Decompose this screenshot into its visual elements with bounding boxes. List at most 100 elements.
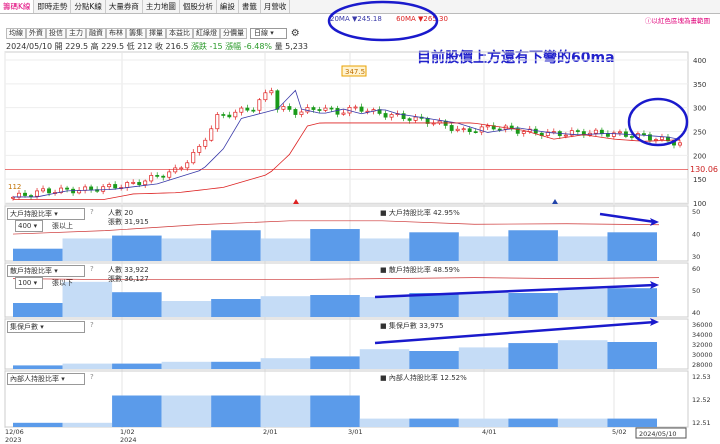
panel-value-label: ■ 大戶持股比率 42.95% [380,209,460,217]
panel-title-select[interactable]: 集保戶數 ▾ [7,321,85,333]
highlight-circle-price [627,97,689,147]
panel-axis-tick: 36000 [692,321,713,329]
help-icon[interactable]: ? [90,373,94,381]
help-icon[interactable]: ? [90,208,94,216]
ma20-line [13,89,681,198]
panel-bar [62,363,113,369]
panel-bar [508,230,558,261]
candle-body [221,114,226,116]
panel-bar [260,395,311,427]
threshold-unit: 張以下 [52,279,73,287]
candle-body [215,114,220,130]
last-price: 130.06 [690,165,718,174]
candle-body [575,130,580,132]
threshold-select[interactable]: 400 ▾ [15,220,43,232]
candle-body [467,128,472,132]
panel-bar [458,292,509,317]
panel-bar [112,292,162,317]
panel-bar [458,236,509,261]
panel-bar [260,238,311,261]
candle-body [521,131,526,134]
panel-bar [13,365,63,369]
panel-bar [359,418,410,427]
panel-title-select[interactable]: 大戶持股比率 ▾ [7,208,85,220]
candle-body [113,184,118,189]
panel-bar [161,361,212,369]
candle-body [323,107,328,111]
threshold-select[interactable]: 100 ▾ [15,277,43,289]
panel-bar [557,340,608,369]
candle-body [239,107,244,113]
panel-bar [161,238,212,261]
candle-body [293,109,298,115]
candle-body [107,184,112,188]
panel-bar [557,236,608,261]
candle-body [305,107,310,113]
panel-axis-tick: 12.52 [692,396,711,404]
candle-body [179,167,184,170]
panel-bar [310,295,360,317]
panel-bar [607,232,657,261]
threshold-unit: 張以上 [52,222,73,230]
panel-axis-tick: 50 [692,287,700,295]
candle-body [35,190,39,197]
candle-body [41,188,45,192]
candle-body [629,136,634,138]
panel-bar [310,229,360,261]
candle-body [185,162,190,169]
panel-title-select[interactable]: 散戶持股比率 ▾ [7,265,85,277]
candle-body [275,90,280,110]
candle-body [251,109,256,112]
x-tick-label: 12/06 [5,428,24,436]
panel-bar [409,418,459,427]
candle-body [89,186,94,190]
candle-body [245,107,250,111]
price-tick: 400 [693,57,706,65]
marker-triangle [293,199,299,204]
candle-body [563,134,568,137]
low-label: 112 [8,183,21,191]
candle-body [197,145,202,153]
panel-bar [13,422,63,427]
candle-body [11,196,15,199]
candle-body [155,175,160,177]
candle-body [287,106,292,110]
panel-bar [557,289,608,317]
panel-bar [409,232,459,261]
panel-bar [359,297,410,317]
candle-body [209,128,214,141]
candle-body [281,106,286,110]
last-price-line [5,169,688,170]
panel-bar [409,293,459,317]
candle-body [497,128,502,131]
candle-body [143,180,148,185]
candle-body [353,106,358,109]
x-tick-label: 3/01 [348,428,363,436]
price-tick: 300 [693,105,706,113]
candle-body [311,107,316,110]
help-icon[interactable]: ? [90,265,94,273]
help-icon[interactable]: ? [90,321,94,329]
price-tick: 150 [693,176,706,184]
panel-bar [211,361,261,369]
candle-body [413,116,418,121]
panel-bar [310,356,360,369]
candle-body [407,118,412,121]
candle-body [29,195,33,197]
candle-body [660,136,664,140]
panel-bar [211,230,261,261]
panel-bar [458,347,509,369]
candle-body [341,112,346,115]
candle-body [329,107,334,110]
current-date: 2024/05/10 [639,430,676,438]
panel-bar [62,422,113,427]
candle-body [191,152,196,164]
x-tick-year: 2023 [5,436,22,444]
x-tick-label: 4/01 [482,428,497,436]
candle-body [227,114,232,118]
candle-body [233,111,238,118]
panel-title-select[interactable]: 內部人持股比率 ▾ [7,373,85,385]
candle-body [389,114,394,118]
candle-body [449,125,454,131]
candle-body [335,108,340,115]
